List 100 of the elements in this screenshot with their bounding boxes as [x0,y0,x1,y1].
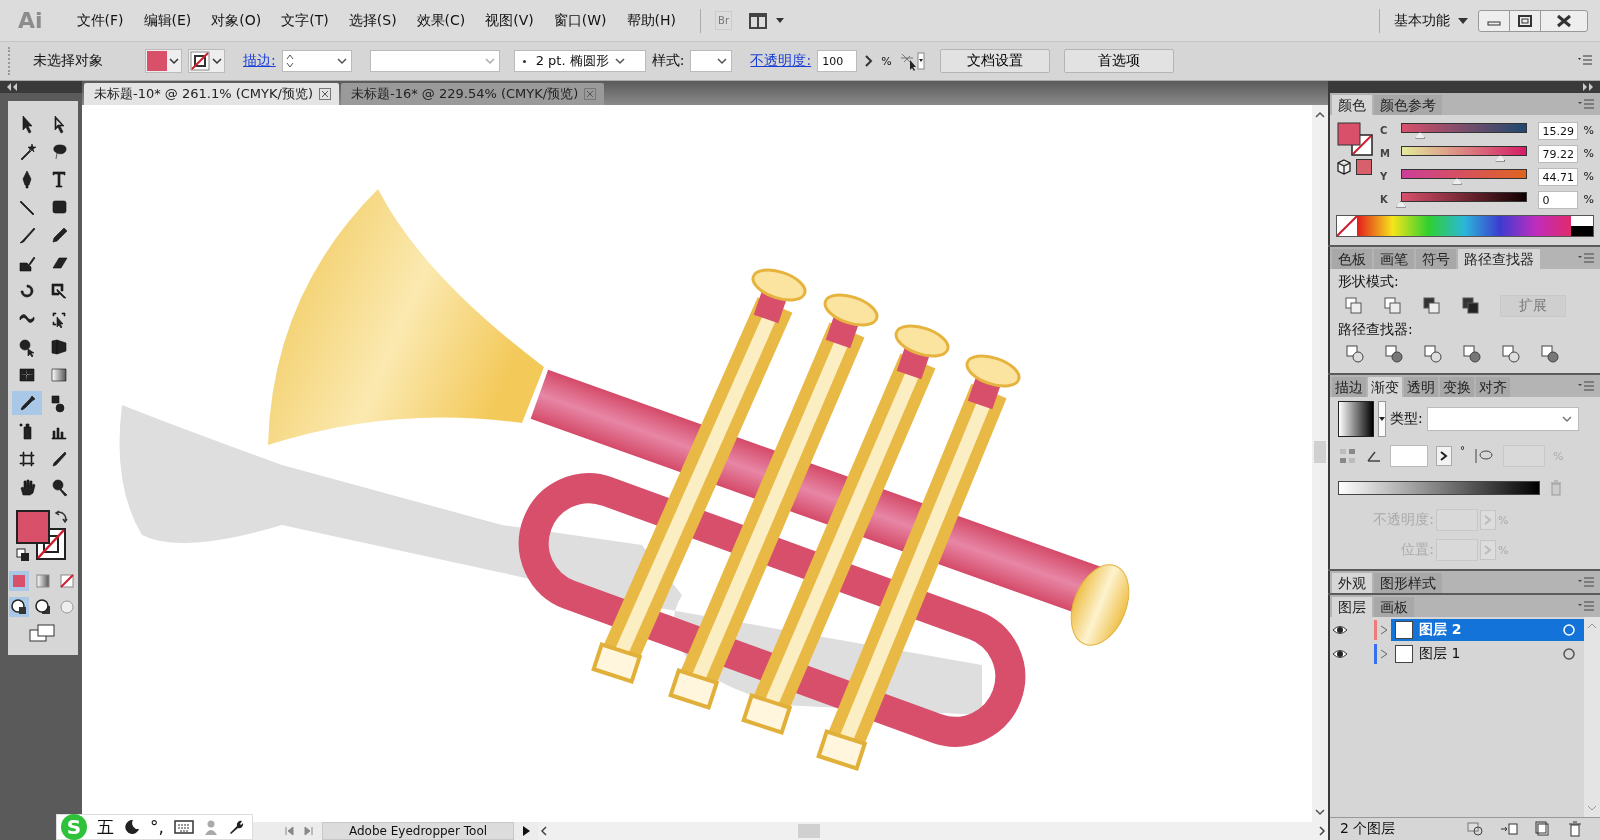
chevron-right-icon[interactable] [1436,446,1452,466]
channel-value-field[interactable]: 79.22 [1537,144,1578,163]
toolbar-button[interactable]: 首选项 [1063,49,1174,73]
pathfinder-icon[interactable] [1344,343,1366,365]
panel-tab[interactable]: 对齐 [1476,377,1510,397]
play-icon[interactable] [520,825,532,837]
cube-icon[interactable] [1336,159,1352,175]
stroke-weight-field[interactable] [281,50,352,72]
panel-tab[interactable]: 透明 [1404,377,1438,397]
keyboard-icon[interactable] [173,820,194,834]
aspect-ratio-icon[interactable] [1473,447,1495,465]
color-spectrum[interactable] [1336,215,1594,237]
first-page-icon[interactable] [282,825,296,837]
channel-value-field[interactable]: 0 [1537,190,1578,209]
panel-tab[interactable]: 画笔 [1374,249,1414,269]
draw-behind-icon[interactable] [33,597,53,617]
none-swatch-icon[interactable] [190,51,210,71]
panel-tab[interactable]: 色板 [1332,249,1372,269]
panel-tab[interactable]: 外观 [1332,573,1372,593]
panel-tab[interactable]: 图形样式 [1374,573,1442,593]
panel-tab[interactable]: 变换 [1440,377,1474,397]
menu-item[interactable]: 选择(S) [338,11,407,30]
spinner-icon[interactable] [284,52,295,70]
brush-dropdown[interactable]: 2 pt. 椭圆形 [513,50,646,72]
color-mode-icon[interactable] [9,571,29,591]
menu-item[interactable]: 窗口(W) [543,11,617,30]
input-mode-toggle[interactable]: 五 [97,815,114,839]
panel-tab[interactable]: 渐变 [1368,377,1402,397]
pathfinder-icon[interactable] [1539,343,1561,365]
channel-value-field[interactable]: 15.29 [1537,121,1578,140]
menu-item[interactable]: 帮助(H) [616,11,687,30]
status-tool-field[interactable]: Adobe Eyedropper Tool [322,822,514,840]
stroke-swatch[interactable] [188,49,225,73]
horizontal-scrollbar[interactable] [538,822,1328,840]
chevron-down-icon[interactable] [1313,806,1327,818]
gradient-mode-icon[interactable] [33,571,53,591]
menu-item[interactable]: 文字(T) [271,11,339,30]
shape-mode-icon[interactable] [1461,296,1481,316]
target-icon[interactable] [1562,647,1576,661]
draw-normal-icon[interactable] [9,597,29,617]
workspace-switcher[interactable]: 基本功能 [1394,11,1450,30]
menu-item[interactable]: 文件(F) [66,11,134,30]
layer-row[interactable]: 图层 2 [1391,619,1584,641]
caret-icon[interactable] [1458,16,1468,25]
gradient-swatch[interactable] [1338,401,1374,437]
panel-menu-icon[interactable] [1578,55,1592,67]
slider-thumb[interactable] [1452,177,1463,185]
slider-thumb[interactable] [1415,131,1426,139]
expand-icon[interactable] [1582,83,1594,91]
chevron-right-icon[interactable] [1316,824,1328,838]
panel-tab[interactable]: 颜色 [1332,95,1372,115]
pathfinder-icon[interactable] [1461,343,1483,365]
layer-row[interactable]: 图层 1 [1391,643,1584,665]
artboard-canvas[interactable] [82,105,1312,822]
fill-stroke-swatches-icon[interactable] [1336,121,1374,157]
document-tab[interactable]: 未标题-16* @ 229.54% (CMYK/预览) [341,83,605,105]
variable-width-field[interactable] [369,50,500,72]
fill-swatch[interactable] [145,49,182,73]
caret-icon[interactable] [1378,401,1386,437]
chevron-left-icon[interactable] [538,824,550,838]
slider-thumb[interactable] [1495,154,1506,162]
opacity-field[interactable]: 100 [817,50,858,72]
web-safe-swatch[interactable] [1356,159,1372,175]
vertical-scrollbar[interactable] [1312,105,1328,822]
last-page-icon[interactable] [302,825,316,837]
channel-value-field[interactable]: 44.71 [1537,167,1578,186]
pathfinder-icon[interactable] [1383,343,1405,365]
locate-object-icon[interactable] [1466,821,1484,837]
panel-tab[interactable]: 颜色参考 [1374,95,1442,115]
new-layer-icon[interactable] [1534,821,1552,837]
menu-item[interactable]: 视图(V) [475,11,544,30]
new-sublayer-icon[interactable] [1500,821,1518,837]
panel-tab[interactable]: 路径查找器 [1458,249,1540,269]
pathfinder-icon[interactable] [1422,343,1444,365]
menu-item[interactable]: 对象(O) [201,11,272,30]
panel-tab[interactable]: 描边 [1332,377,1366,397]
slider-thumb[interactable] [1396,200,1406,208]
trash-icon[interactable] [1568,821,1582,837]
opacity-link[interactable]: 不透明度: [750,52,812,70]
eyedropper-tool[interactable] [12,391,42,415]
collapse-icon[interactable] [6,83,18,91]
toolbar-button[interactable]: 文档设置 [939,49,1050,73]
moon-icon[interactable] [124,819,140,835]
panel-tab[interactable]: 图层 [1332,597,1372,617]
angle-icon[interactable] [1366,449,1382,463]
scroll-thumb[interactable] [1314,441,1326,463]
angle-field[interactable] [1390,445,1428,467]
panel-tab[interactable]: 符号 [1416,249,1456,269]
none-swatch-icon[interactable] [1337,216,1357,236]
panel-tab[interactable]: 画板 [1374,597,1414,617]
shape-mode-icon[interactable] [1422,296,1442,316]
punctuation-toggle[interactable]: °, [150,817,164,837]
close-icon[interactable] [319,88,331,100]
pathfinder-icon[interactable] [1500,343,1522,365]
screen-mode-icon[interactable] [28,623,58,643]
document-tab[interactable]: 未标题-10* @ 261.1% (CMYK/预览) [84,83,339,105]
none-mode-icon[interactable] [57,571,77,591]
scroll-thumb[interactable] [798,824,820,838]
menu-item[interactable]: 效果(C) [406,11,476,30]
stroke-link[interactable]: 描边: [243,52,276,70]
